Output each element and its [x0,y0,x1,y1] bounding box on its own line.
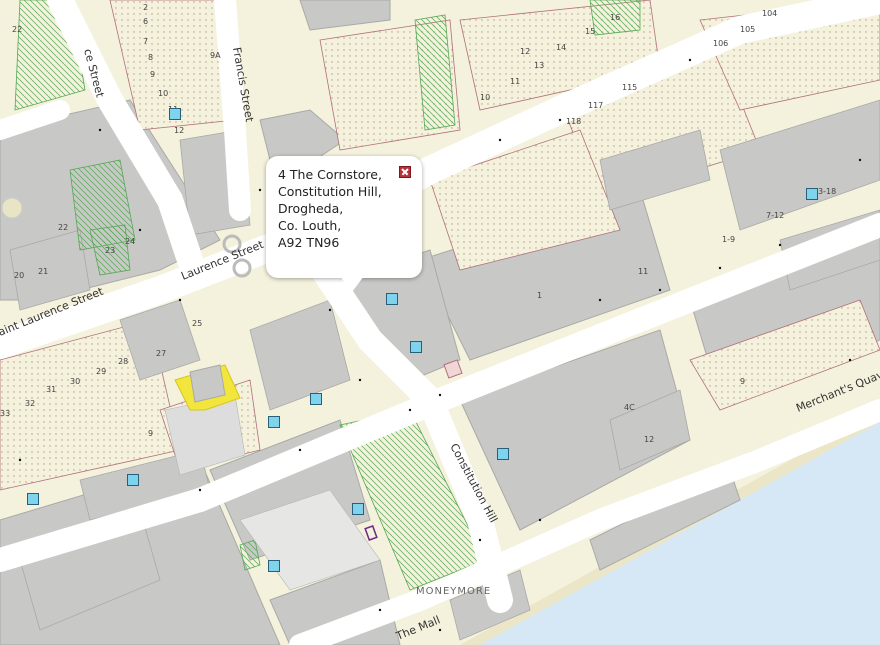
poi-marker[interactable] [268,416,280,428]
house-number: 1-9 [722,235,735,244]
road-francis-street [214,0,251,221]
poi-marker[interactable] [352,503,364,515]
house-number: 27 [156,349,166,358]
house-number: 104 [762,9,777,18]
poi-marker[interactable] [497,448,509,460]
house-number: 12 [644,435,654,444]
house-number: 105 [740,25,755,34]
house-number: 7 [143,37,148,46]
popup-address-line: Constitution Hill, [278,184,382,199]
house-number: 33 [0,409,10,418]
house-number: 32 [25,399,35,408]
house-number: 20 [14,271,24,280]
house-number: 22 [58,223,68,232]
house-number: 1 [537,291,542,300]
house-number: 6 [143,17,148,26]
house-number: 13 [534,61,544,70]
house-number: 9 [148,429,153,438]
house-number: 23 [105,246,115,255]
poi-marker[interactable] [27,493,39,505]
popup-address-line: A92 TN96 [278,235,340,250]
house-number: 11 [638,267,648,276]
address-popup: 4 The Cornstore, Constitution Hill, Drog… [266,156,422,278]
poi-marker[interactable] [806,188,818,200]
house-number: 10 [158,89,168,98]
popup-address-line: 4 The Cornstore, [278,167,382,182]
house-number: 28 [118,357,128,366]
map-canvas[interactable]: ce Street Francis Street Laurence Street… [0,0,880,645]
house-number: 9A [210,51,221,60]
close-icon[interactable] [399,166,411,178]
house-number: 31 [46,385,56,394]
map-layer[interactable]: ce Street Francis Street Laurence Street… [0,0,880,645]
house-number: 8 [148,53,153,62]
house-number: 118 [566,117,581,126]
house-number: 115 [622,83,637,92]
house-number: 15 [585,27,595,36]
house-number: 7-12 [766,211,784,220]
house-number: 25 [192,319,202,328]
house-number: 2 [143,3,148,12]
house-number: 106 [713,39,728,48]
poi-marker[interactable] [310,393,322,405]
house-number: 11 [510,77,520,86]
house-number: 30 [70,377,80,386]
poi-marker[interactable] [268,560,280,572]
house-number: 4C [624,403,635,412]
label-moneymore: MONEYMORE [416,586,491,597]
house-number: 22 [12,25,22,34]
house-number: 14 [556,43,566,52]
popup-address-line: Co. Louth, [278,218,342,233]
poi-marker[interactable] [127,474,139,486]
house-number: 12 [174,126,184,135]
house-number: 29 [96,367,106,376]
house-number: 3-18 [818,187,836,196]
house-number: 117 [588,101,603,110]
popup-address-line: Drogheda, [278,201,344,216]
poi-marker[interactable] [169,108,181,120]
poi-marker[interactable] [410,341,422,353]
house-number: 24 [125,237,135,246]
house-number: 9 [150,70,155,79]
popup-pointer [340,276,364,292]
house-number: 16 [610,13,620,22]
house-number: 9 [740,377,745,386]
house-number: 21 [38,267,48,276]
poi-marker[interactable] [386,293,398,305]
house-number: 12 [520,47,530,56]
house-number: 10 [480,93,490,102]
